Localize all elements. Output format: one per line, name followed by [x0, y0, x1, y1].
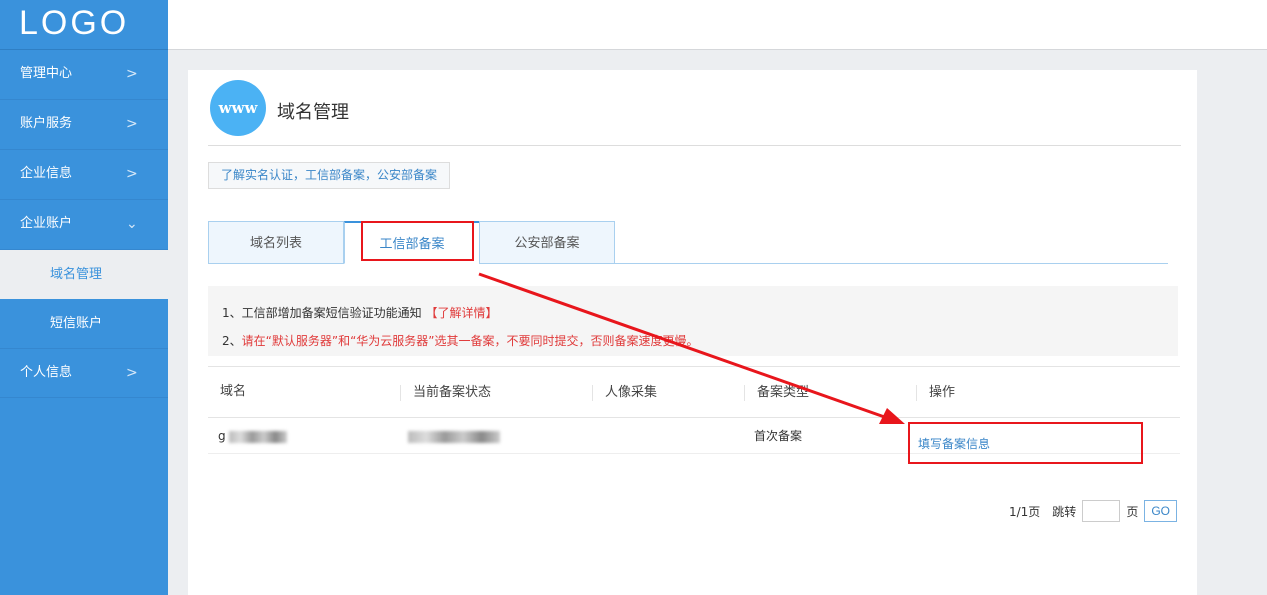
pagination: 1/1页 跳转 页 GO: [1009, 500, 1177, 522]
type-cell: 首次备案: [742, 418, 802, 454]
column-header: 操作: [916, 385, 955, 401]
sidebar-item-label: 管理中心: [20, 66, 72, 81]
chevron-right-icon: >: [126, 50, 138, 98]
www-icon: www: [210, 80, 266, 136]
sidebar-item-personal-info[interactable]: 个人信息 >: [0, 348, 168, 398]
main-card: www 域名管理 了解实名认证，工信部备案，公安部备案 域名列表 工信部备案 公…: [188, 70, 1197, 595]
column-header: 域名: [208, 367, 246, 417]
column-header: 人像采集: [592, 385, 657, 401]
learn-details-link[interactable]: 【了解详情】: [425, 306, 497, 320]
tab-domain-list[interactable]: 域名列表: [208, 221, 344, 264]
notice-box: 1、工信部增加备案短信验证功能通知 【了解详情】 2、请在“默认服务器”和“华为…: [208, 286, 1178, 356]
sidebar-item-sms-account[interactable]: 短信账户: [0, 299, 168, 348]
sidebar-item-admin-center[interactable]: 管理中心 >: [0, 50, 168, 100]
sidebar-item-label: 个人信息: [20, 365, 72, 380]
divider: [208, 145, 1181, 146]
chevron-right-icon: >: [126, 100, 138, 148]
sidebar-item-company-info[interactable]: 企业信息 >: [0, 150, 168, 200]
logo: LOGO: [0, 0, 168, 50]
sidebar-item-label: 企业账户: [20, 216, 72, 231]
sidebar-item-account-service[interactable]: 账户服务 >: [0, 100, 168, 150]
page-jump-input[interactable]: [1082, 500, 1120, 522]
annotation-box-action: [908, 422, 1143, 464]
sidebar-item-label: 账户服务: [20, 116, 72, 131]
sidebar: LOGO 管理中心 > 账户服务 > 企业信息 > 企业账户 ⌄ 域名管理 短信账户 个…: [0, 0, 168, 595]
chevron-down-icon: ⌄: [126, 200, 138, 248]
redacted-status: [408, 431, 500, 443]
learn-more-link[interactable]: 了解实名认证，工信部备案，公安部备案: [208, 162, 450, 189]
sidebar-item-label: 企业信息: [20, 166, 72, 181]
column-header: 备案类型: [744, 385, 809, 401]
annotation-box-tab: [361, 221, 474, 261]
column-header: 当前备案状态: [400, 385, 491, 401]
sidebar-item-domain-management[interactable]: 域名管理: [0, 250, 168, 299]
go-button[interactable]: GO: [1144, 500, 1177, 522]
top-bar: [168, 0, 1267, 50]
domain-cell: g: [206, 418, 287, 454]
jump-label: 跳转: [1052, 503, 1076, 520]
domain-prefix: g: [218, 429, 226, 443]
status-cell: [396, 418, 500, 454]
notice-line-2: 请在“默认服务器”和“华为云服务器”选其一备案，不要同时提交，否则备案速度更慢。: [242, 334, 699, 348]
sidebar-item-company-account[interactable]: 企业账户 ⌄: [0, 200, 168, 250]
table-header: 域名 当前备案状态 人像采集 备案类型 操作: [208, 366, 1180, 418]
chevron-right-icon: >: [126, 150, 138, 198]
chevron-right-icon: >: [126, 349, 138, 397]
page-unit-label: 页: [1126, 503, 1138, 520]
tab-police-filing[interactable]: 公安部备案: [479, 221, 615, 264]
notice-line-1: 1、工信部增加备案短信验证功能通知: [222, 306, 422, 320]
redacted-domain: [229, 431, 287, 443]
notice-line-2-prefix: 2、: [222, 334, 242, 348]
page-info: 1/1页: [1009, 503, 1040, 520]
tab-bar: 域名列表 工信部备案 公安部备案: [208, 221, 1168, 264]
page-title: 域名管理: [277, 98, 349, 124]
